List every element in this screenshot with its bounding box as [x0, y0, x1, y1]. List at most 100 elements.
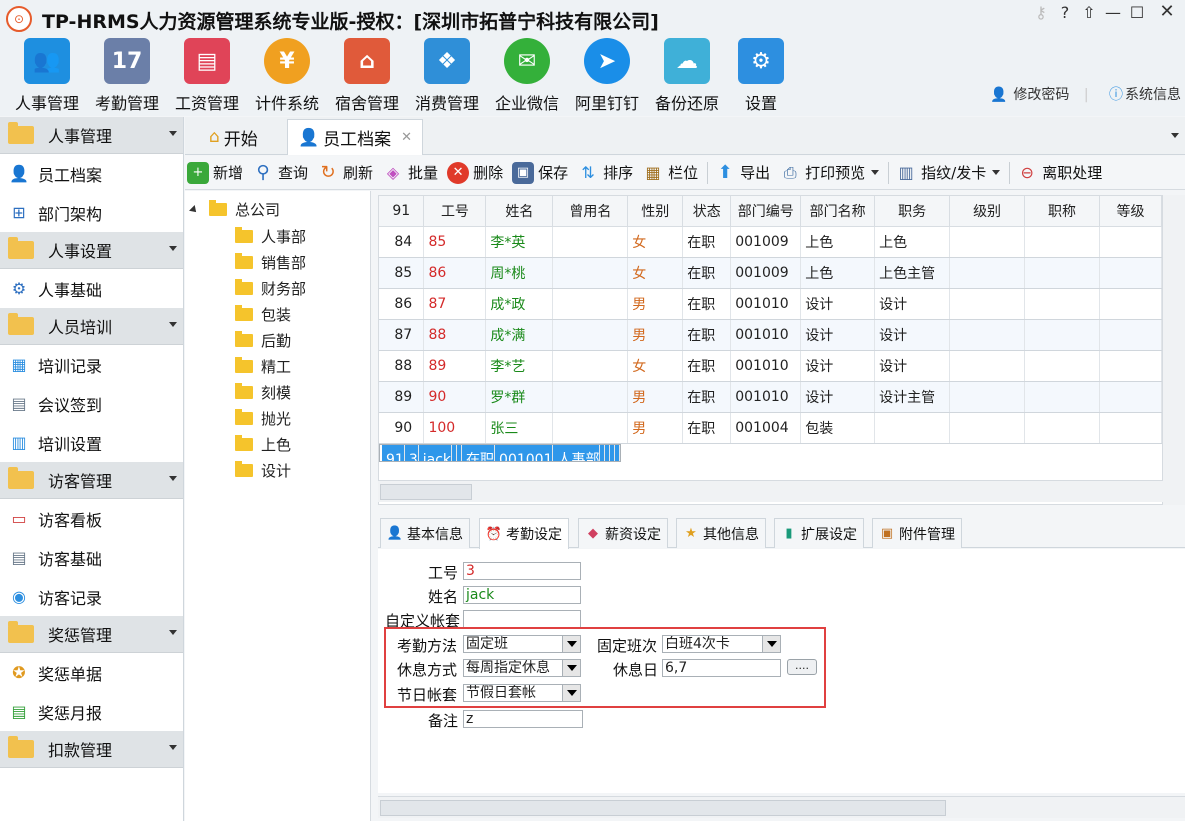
table-row[interactable]: 87 88 成*满男在职 001010 设计 设计 — [379, 319, 1162, 351]
tab-attendance-settings[interactable]: ⏰ 考勤设定 — [479, 518, 569, 549]
grid-vertical-scrollbar[interactable] — [1163, 195, 1185, 505]
fingerprint-button[interactable]: ▥ 指纹/发卡 — [895, 162, 1001, 184]
tree-node[interactable]: 设计 — [235, 460, 291, 481]
module-dingtalk[interactable]: ➤ 阿里钉钉 — [567, 36, 647, 114]
column-header[interactable]: 性别 — [627, 196, 684, 227]
holiday-set-select[interactable]: 节假日套帐 — [463, 684, 581, 702]
batch-button[interactable]: ◈ 批量 — [382, 162, 438, 184]
close-button[interactable]: ✕ — [1149, 0, 1185, 24]
rest-day-field[interactable]: 6,7 — [662, 659, 781, 677]
print-preview-button[interactable]: ⎙ 打印预览 — [779, 162, 880, 184]
module-hr[interactable]: 👥 人事管理 — [7, 36, 87, 114]
columns-button[interactable]: ▦ 栏位 — [642, 162, 699, 184]
add-button[interactable]: + 新增 — [187, 161, 243, 184]
fixed-shift-select[interactable]: 白班4次卡 — [662, 635, 781, 653]
sidebar-group-hr[interactable]: 人事管理 — [0, 117, 183, 154]
custom-set-field[interactable] — [463, 610, 581, 628]
search-button[interactable]: ⚲ 查询 — [252, 162, 308, 184]
tab-start[interactable]: ⌂ 开始 — [199, 119, 268, 155]
sidebar-group-hr-settings[interactable]: 人事设置 — [0, 232, 183, 269]
column-header[interactable]: 部门名称 — [800, 196, 876, 227]
tab-attachments[interactable]: ▣ 附件管理 — [872, 518, 962, 548]
grid-horizontal-scrollbar[interactable] — [378, 480, 1163, 502]
sidebar-item-training-record[interactable]: ▦ 培训记录 — [0, 345, 183, 384]
maximize-button[interactable]: ☐ — [1125, 3, 1149, 22]
form-horizontal-scrollbar[interactable] — [378, 796, 1185, 818]
help-icon[interactable]: ? — [1053, 3, 1077, 22]
module-consumption[interactable]: ❖ 消费管理 — [407, 36, 487, 114]
tab-overflow-icon[interactable] — [1171, 133, 1179, 138]
tree-node[interactable]: 刻模 — [235, 382, 291, 403]
sidebar-group-reward[interactable]: 奖惩管理 — [0, 616, 183, 653]
sidebar-item-training-settings[interactable]: ▥ 培训设置 — [0, 423, 183, 462]
delete-button[interactable]: ✕ 删除 — [447, 161, 503, 184]
tree-node[interactable]: 上色 — [235, 434, 291, 455]
tab-salary-settings[interactable]: ◆ 薪资设定 — [578, 518, 668, 548]
sidebar-item-visitor-base[interactable]: ▤ 访客基础 — [0, 538, 183, 577]
resign-button[interactable]: ⊖ 离职处理 — [1016, 162, 1103, 184]
sidebar-group-visitor[interactable]: 访客管理 — [0, 462, 183, 499]
sidebar-item-org[interactable]: ⊞ 部门架构 — [0, 193, 183, 232]
tree-node[interactable]: 抛光 — [235, 408, 291, 429]
sidebar-item-meeting[interactable]: ▤ 会议签到 — [0, 384, 183, 423]
chevron-down-icon[interactable] — [562, 660, 580, 676]
minimize-button[interactable]: — — [1101, 3, 1125, 22]
table-row[interactable]: 84 85 李*英女在职 001009 上色 上色 — [379, 226, 1162, 258]
save-button[interactable]: ▣ 保存 — [512, 161, 568, 184]
table-row[interactable]: 89 90 罗*群 男在职 001010 设计 设计主管 — [379, 381, 1162, 413]
sort-button[interactable]: ⇅ 排序 — [577, 162, 633, 184]
tree-node[interactable]: 财务部 — [235, 278, 306, 299]
module-piecework[interactable]: ¥ 计件系统 — [247, 36, 327, 114]
attendance-method-select[interactable]: 固定班 — [463, 635, 581, 653]
upgrade-icon[interactable]: ⇧ — [1077, 3, 1101, 22]
name-field[interactable]: jack — [463, 586, 581, 604]
chevron-down-icon[interactable] — [562, 685, 580, 701]
rest-method-select[interactable]: 每周指定休息 — [463, 659, 581, 677]
expand-icon[interactable] — [189, 204, 199, 215]
change-password-link[interactable]: 修改密码 — [1013, 87, 1069, 103]
employee-no-field[interactable]: 3 — [463, 562, 581, 580]
module-payroll[interactable]: ▤ 工资管理 — [167, 36, 247, 114]
sidebar-item-visitor-board[interactable]: ▭ 访客看板 — [0, 499, 183, 538]
table-row-selected[interactable]: 91 3 jack 在职 001001 人事部 — [379, 443, 622, 462]
chevron-down-icon[interactable] — [762, 636, 780, 652]
module-wechat[interactable]: ✉ 企业微信 — [487, 36, 567, 114]
tab-extended-settings[interactable]: ▮ 扩展设定 — [774, 518, 864, 548]
module-settings[interactable]: ⚙ 设置 — [721, 36, 801, 114]
column-header[interactable]: 部门编号 — [730, 196, 802, 227]
key-icon[interactable]: ⚷ — [1029, 3, 1053, 22]
refresh-button[interactable]: ↻ 刷新 — [317, 162, 373, 184]
column-header[interactable]: 姓名 — [485, 196, 554, 227]
table-row[interactable]: 90 100 张三 男在职 001004 包装 — [379, 412, 1162, 444]
sidebar-item-hr-base[interactable]: ⚙ 人事基础 — [0, 269, 183, 308]
sidebar-item-employee-file[interactable]: 👤 员工档案 — [0, 154, 183, 193]
module-backup[interactable]: ☁ 备份还原 — [647, 36, 727, 114]
column-header[interactable]: 等级 — [1099, 196, 1162, 227]
tab-other-info[interactable]: ★ 其他信息 — [676, 518, 766, 548]
sidebar-item-visitor-record[interactable]: ◉ 访客记录 — [0, 577, 183, 616]
remark-field[interactable]: z — [463, 710, 583, 728]
tree-node[interactable]: 后勤 — [235, 330, 291, 351]
column-header[interactable]: 职称 — [1024, 196, 1100, 227]
tree-node[interactable]: 精工 — [235, 356, 291, 377]
table-row[interactable]: 88 89 李*艺女在职 001010 设计 设计 — [379, 350, 1162, 382]
column-header[interactable]: 工号 — [423, 196, 487, 227]
export-button[interactable]: ⬆ 导出 — [714, 162, 771, 184]
scrollbar-thumb[interactable] — [380, 800, 946, 816]
rest-day-browse-button[interactable]: .... — [787, 659, 817, 675]
scrollbar-thumb[interactable] — [380, 484, 472, 500]
system-info-link[interactable]: 系统信息 — [1125, 87, 1181, 103]
column-header[interactable]: 状态 — [682, 196, 732, 227]
module-attendance[interactable]: 17 考勤管理 — [87, 36, 167, 114]
tab-basic-info[interactable]: 👤 基本信息 — [380, 518, 470, 548]
column-header[interactable]: 曾用名 — [552, 196, 629, 227]
column-header[interactable]: 91 — [379, 196, 425, 227]
sidebar-group-deduction[interactable]: 扣款管理 — [0, 731, 183, 768]
tree-node[interactable]: 人事部 — [235, 226, 306, 247]
close-tab-icon[interactable]: ✕ — [401, 130, 412, 145]
tree-node[interactable]: 销售部 — [235, 252, 306, 273]
tree-root[interactable]: 总公司 — [189, 199, 280, 220]
table-row[interactable]: 86 87 成*政男在职 001010 设计 设计 — [379, 288, 1162, 320]
module-dormitory[interactable]: ⌂ 宿舍管理 — [327, 36, 407, 114]
column-header[interactable]: 职务 — [874, 196, 951, 227]
